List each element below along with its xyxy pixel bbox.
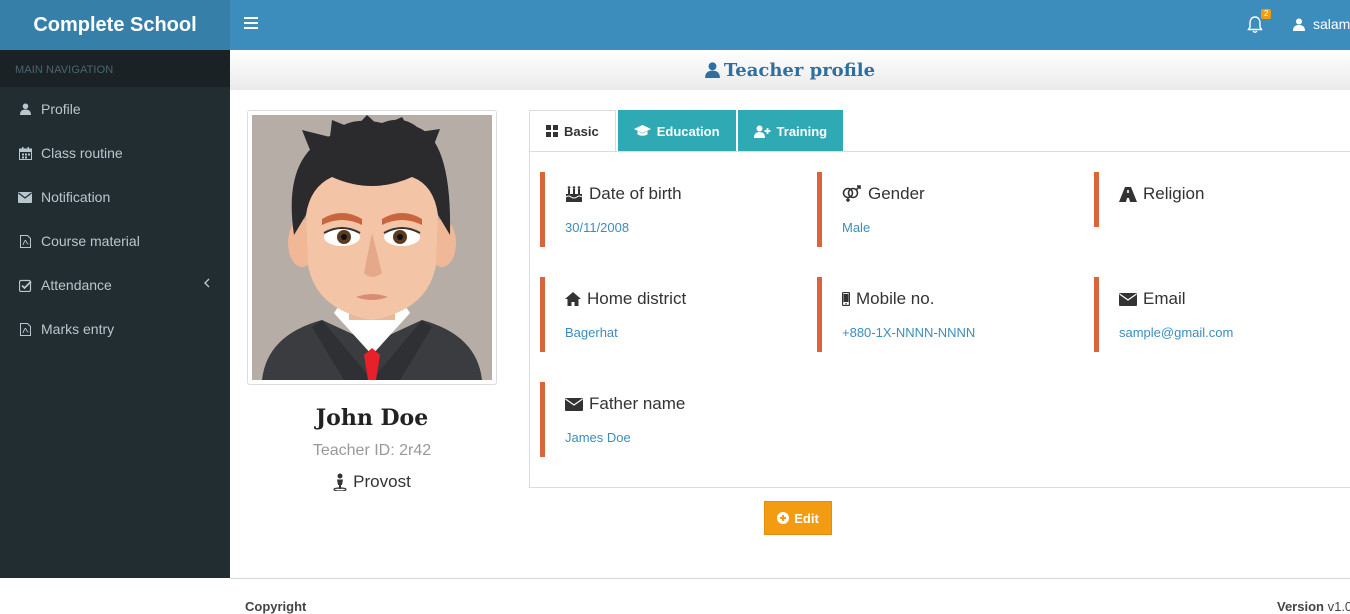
person-pin-icon xyxy=(333,473,347,491)
field-label: Mobile no. xyxy=(856,289,935,308)
sidebar-item-label: Course material xyxy=(41,233,140,249)
sidebar-item-label: Profile xyxy=(41,101,81,117)
field-mobile: Mobile no. +880-1X-NNNN-NNNN xyxy=(817,277,1077,352)
user-icon xyxy=(1293,18,1305,31)
field-value: 30/11/2008 xyxy=(565,220,630,235)
sidebar: MAIN NAVIGATION Profile Class routine No… xyxy=(0,50,230,578)
field-value: Bagerhat xyxy=(565,325,618,340)
check-square-icon xyxy=(18,278,32,292)
field-date-of-birth: Date of birth 30/11/2008 xyxy=(540,172,800,247)
envelope-icon xyxy=(565,397,583,411)
version-text: Version v1.0 xyxy=(1277,599,1350,614)
edit-button-label: Edit xyxy=(794,510,819,526)
sidebar-item-marks-entry[interactable]: Marks entry xyxy=(0,307,230,351)
envelope-icon xyxy=(1119,292,1137,306)
field-religion: Religion xyxy=(1094,172,1350,227)
field-value: James Doe xyxy=(565,430,631,445)
chevron-left-icon xyxy=(204,278,210,288)
field-gender: Gender Male xyxy=(817,172,1077,247)
calendar-icon xyxy=(18,146,32,160)
edit-button[interactable]: Edit xyxy=(764,501,832,535)
sidebar-item-attendance[interactable]: Attendance xyxy=(0,263,230,307)
version-value: v1.0 xyxy=(1327,599,1350,614)
graduation-cap-icon xyxy=(633,125,651,136)
profile-role-text: Provost xyxy=(353,472,411,491)
sidebar-item-course-material[interactable]: Course material xyxy=(0,219,230,263)
field-value: Male xyxy=(842,220,871,235)
birthday-cake-icon xyxy=(565,186,583,202)
page-title: Teacher profile xyxy=(230,50,1350,90)
user-plus-icon xyxy=(753,125,771,138)
field-label: Father name xyxy=(589,394,686,413)
sidebar-item-label: Notification xyxy=(41,189,111,205)
sidebar-item-profile[interactable]: Profile xyxy=(0,87,230,131)
username: salam xyxy=(1313,16,1350,32)
teacher-id: Teacher ID: 2r42 xyxy=(312,442,432,459)
sidebar-item-notification[interactable]: Notification xyxy=(0,175,230,219)
field-value[interactable]: sample@gmail.com xyxy=(1119,325,1350,340)
profile-role: Provost xyxy=(247,472,497,492)
notification-badge: 2 xyxy=(1261,9,1272,19)
copyright-text: Copyright xyxy=(245,599,307,614)
tab-training[interactable]: Training xyxy=(737,110,844,152)
envelope-icon xyxy=(18,190,32,204)
tab-label: Education xyxy=(656,123,720,139)
field-label: Date of birth xyxy=(589,184,682,203)
field-father-name: Father name James Doe xyxy=(540,382,800,457)
page-title-text: Teacher profile xyxy=(723,59,876,81)
bell-icon[interactable] xyxy=(1247,16,1263,34)
th-large-icon xyxy=(546,125,558,137)
basic-info-panel: Date of birth 30/11/2008 Gender Male Rel… xyxy=(529,151,1350,488)
genderless-icon xyxy=(842,185,861,202)
avatar xyxy=(252,115,492,380)
app-logo[interactable]: Complete School xyxy=(0,0,230,50)
sidebar-item-label: Class routine xyxy=(41,145,123,161)
mobile-icon xyxy=(842,292,850,306)
tab-label: Basic xyxy=(564,123,599,139)
profile-name: John Doe xyxy=(315,405,429,431)
footer: Copyright Version v1.0 xyxy=(230,578,1350,614)
sidebar-item-label: Attendance xyxy=(41,277,112,293)
profile-photo-frame xyxy=(247,110,497,385)
profile-tabs: Basic Education Training xyxy=(529,110,845,152)
field-label: Email xyxy=(1143,289,1186,308)
plus-circle-icon xyxy=(777,512,790,524)
user-menu[interactable]: salam xyxy=(1293,16,1350,32)
field-label: Religion xyxy=(1143,184,1205,203)
user-icon xyxy=(705,62,720,78)
nav-header: MAIN NAVIGATION xyxy=(0,50,230,87)
road-icon xyxy=(1119,186,1137,202)
tab-label: Training xyxy=(776,123,828,139)
field-value: +880-1X-NNNN-NNNN xyxy=(842,325,976,340)
file-pdf-icon xyxy=(18,234,32,248)
top-navbar: 2 salam xyxy=(230,0,1350,50)
file-pdf-icon xyxy=(18,322,32,336)
field-home-district: Home district Bagerhat xyxy=(540,277,800,352)
version-label: Version xyxy=(1277,599,1324,614)
sidebar-item-class-routine[interactable]: Class routine xyxy=(0,131,230,175)
home-icon xyxy=(565,292,581,306)
field-label: Gender xyxy=(868,184,925,203)
tab-basic[interactable]: Basic xyxy=(529,110,616,152)
field-label: Home district xyxy=(587,289,687,308)
sidebar-item-label: Marks entry xyxy=(41,321,115,337)
user-icon xyxy=(18,102,32,116)
menu-toggle-icon[interactable] xyxy=(244,17,258,31)
main-content: Teacher profile John Doe Teacher ID: 2r4… xyxy=(230,50,1350,578)
field-email: Email sample@gmail.com xyxy=(1094,277,1350,352)
tab-education[interactable]: Education xyxy=(617,110,736,152)
